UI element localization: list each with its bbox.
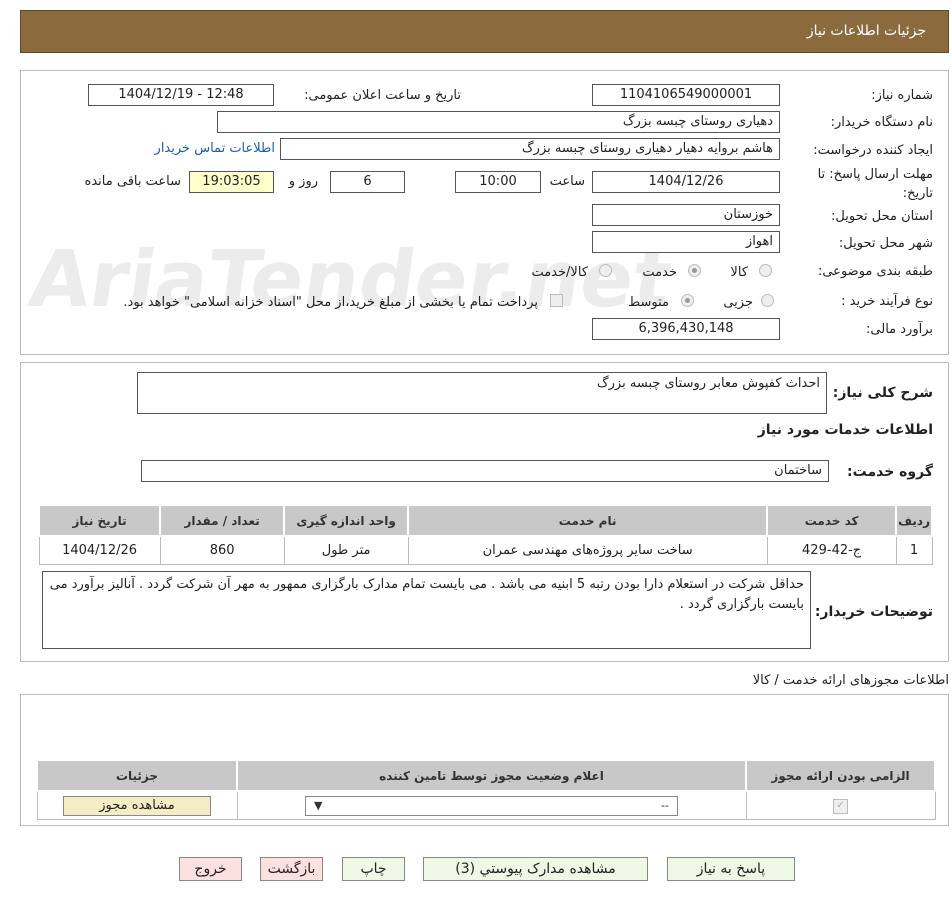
reply-button[interactable]: پاسخ به نیاز [667,857,795,881]
deadline-date-field: 1404/12/26 [592,171,780,193]
page-header: جزئیات اطلاعات نیاز [20,10,949,53]
buyer-org-field: دهیاری روستای چبسه بزرگ [217,111,780,133]
col-permit-status: اعلام وضعیت مجوز توسط تامین کننده [236,759,747,792]
cell-permit-required: ✓ [745,790,936,820]
print-button[interactable]: چاپ [342,857,405,881]
back-button[interactable]: بازگشت [260,857,323,881]
col-unit: واحد اندازه گیری [283,504,410,537]
cell-permit-status: -- ▼ [236,790,747,820]
table-row: ✓ -- ▼ مشاهده مجوز [36,790,936,820]
col-permit-required: الزامی بودن ارائه مجوز [745,759,936,792]
announce-label: تاریخ و ساعت اعلان عمومی: [304,88,461,103]
announce-field: 1404/12/19 - 12:48 [88,84,274,106]
category-radio-both[interactable] [599,264,612,277]
page-title: جزئیات اطلاعات نیاز [806,23,926,39]
remaining-time-field: 19:03:05 [189,171,274,193]
cell-permit-details: مشاهده مجوز [36,790,238,820]
permit-required-checkbox: ✓ [833,799,848,814]
category-radio-goods[interactable] [759,264,772,277]
budget-label: برآورد مالی: [866,322,933,337]
services-table-header: ردیف کد خدمت نام خدمت واحد اندازه گیری ت… [37,504,933,537]
buyer-notes-text: حداقل شرکت در استعلام دارا بودن رتبه 5 ا… [49,577,804,612]
exit-button[interactable]: خروج [179,857,242,881]
process-radio-medium[interactable] [681,294,694,307]
category-radio-service[interactable] [688,264,701,277]
category-option-goods: کالا [730,265,748,280]
province-label: استان محل تحویل: [831,209,933,224]
col-need-date: تاریخ نیاز [37,504,162,537]
cell-unit: متر طول [283,535,409,565]
col-service-code: کد خدمت [766,504,898,537]
cell-quantity: 860 [159,535,285,565]
cell-need-date: 1404/12/26 [38,535,161,565]
summary-textarea: احداث کفپوش معابر روستای چبسه بزرگ [137,372,827,414]
city-label: شهر محل تحویل: [838,236,933,251]
process-radio-small[interactable] [761,294,774,307]
permits-table: الزامی بودن ارائه مجوز اعلام وضعیت مجوز … [36,759,936,820]
service-group-field: ساختمان [141,460,829,482]
col-service-name: نام خدمت [407,504,769,537]
creator-field: هاشم بروایه دهیار دهیاری روستای چبسه بزر… [280,138,780,160]
days-label: روز و [288,174,318,189]
buyer-notes-textarea: حداقل شرکت در استعلام دارا بودن رتبه 5 ا… [42,571,811,649]
services-title: اطلاعات خدمات مورد نیاز [757,422,933,438]
summary-label: شرح کلی نیاز: [832,385,933,401]
buyer-org-label: نام دستگاه خریدار: [830,115,933,130]
deadline-time-label: ساعت [549,174,585,189]
days-field: 6 [330,171,405,193]
view-permit-button[interactable]: مشاهده مجوز [63,795,211,816]
services-table: ردیف کد خدمت نام خدمت واحد اندازه گیری ت… [37,504,933,565]
permits-table-header: الزامی بودن ارائه مجوز اعلام وضعیت مجوز … [36,759,936,792]
table-row: 1 ج-42-429 ساخت سایر پروژه‌های مهندسی عم… [38,535,933,565]
col-row: ردیف [895,504,933,537]
service-group-label: گروه خدمت: [847,464,933,480]
process-label: نوع فرآیند خرید : [841,294,933,309]
process-option-medium: متوسط [628,295,669,310]
need-number-field: 1104106549000001 [592,84,780,106]
deadline-label-date: تاریخ: [902,186,933,201]
col-quantity: تعداد / مقدار [159,504,286,537]
chevron-down-icon: ▼ [314,798,323,812]
buyer-notes-label: توضیحات خریدار: [814,604,933,620]
remaining-label: ساعت باقی مانده [84,174,181,189]
city-field: اهواز [592,231,780,253]
creator-label: ایجاد کننده درخواست: [813,143,933,158]
treasury-payment-checkbox[interactable] [550,294,563,307]
budget-field: 6,396,430,148 [592,318,780,340]
cell-service-code: ج-42-429 [766,535,897,565]
need-number-label: شماره نیاز: [871,88,933,103]
payment-note: پرداخت تمام یا بخشی از مبلغ خرید،از محل … [123,295,538,310]
buyer-contact-link[interactable]: اطلاعات تماس خریدار [155,141,275,156]
process-option-small: جزیی [723,295,753,310]
permits-title: اطلاعات مجوزهای ارائه خدمت / کالا [752,673,949,688]
category-option-both: کالا/خدمت [531,265,588,280]
province-field: خوزستان [592,204,780,226]
cell-row: 1 [895,535,933,565]
permit-status-value: -- [661,798,669,812]
attachments-button[interactable]: مشاهده مدارک پیوستي (3) [423,857,648,881]
permit-status-select[interactable]: -- ▼ [305,795,678,816]
deadline-label: مهلت ارسال پاسخ: تا [817,167,933,182]
category-option-service: خدمت [642,265,677,280]
category-label: طبقه بندی موضوعی: [817,264,933,279]
cell-service-name: ساخت سایر پروژه‌های مهندسی عمران [407,535,768,565]
deadline-time-field: 10:00 [455,171,541,193]
summary-text: احداث کفپوش معابر روستای چبسه بزرگ [597,376,820,391]
col-permit-details: جزئیات [36,759,238,792]
